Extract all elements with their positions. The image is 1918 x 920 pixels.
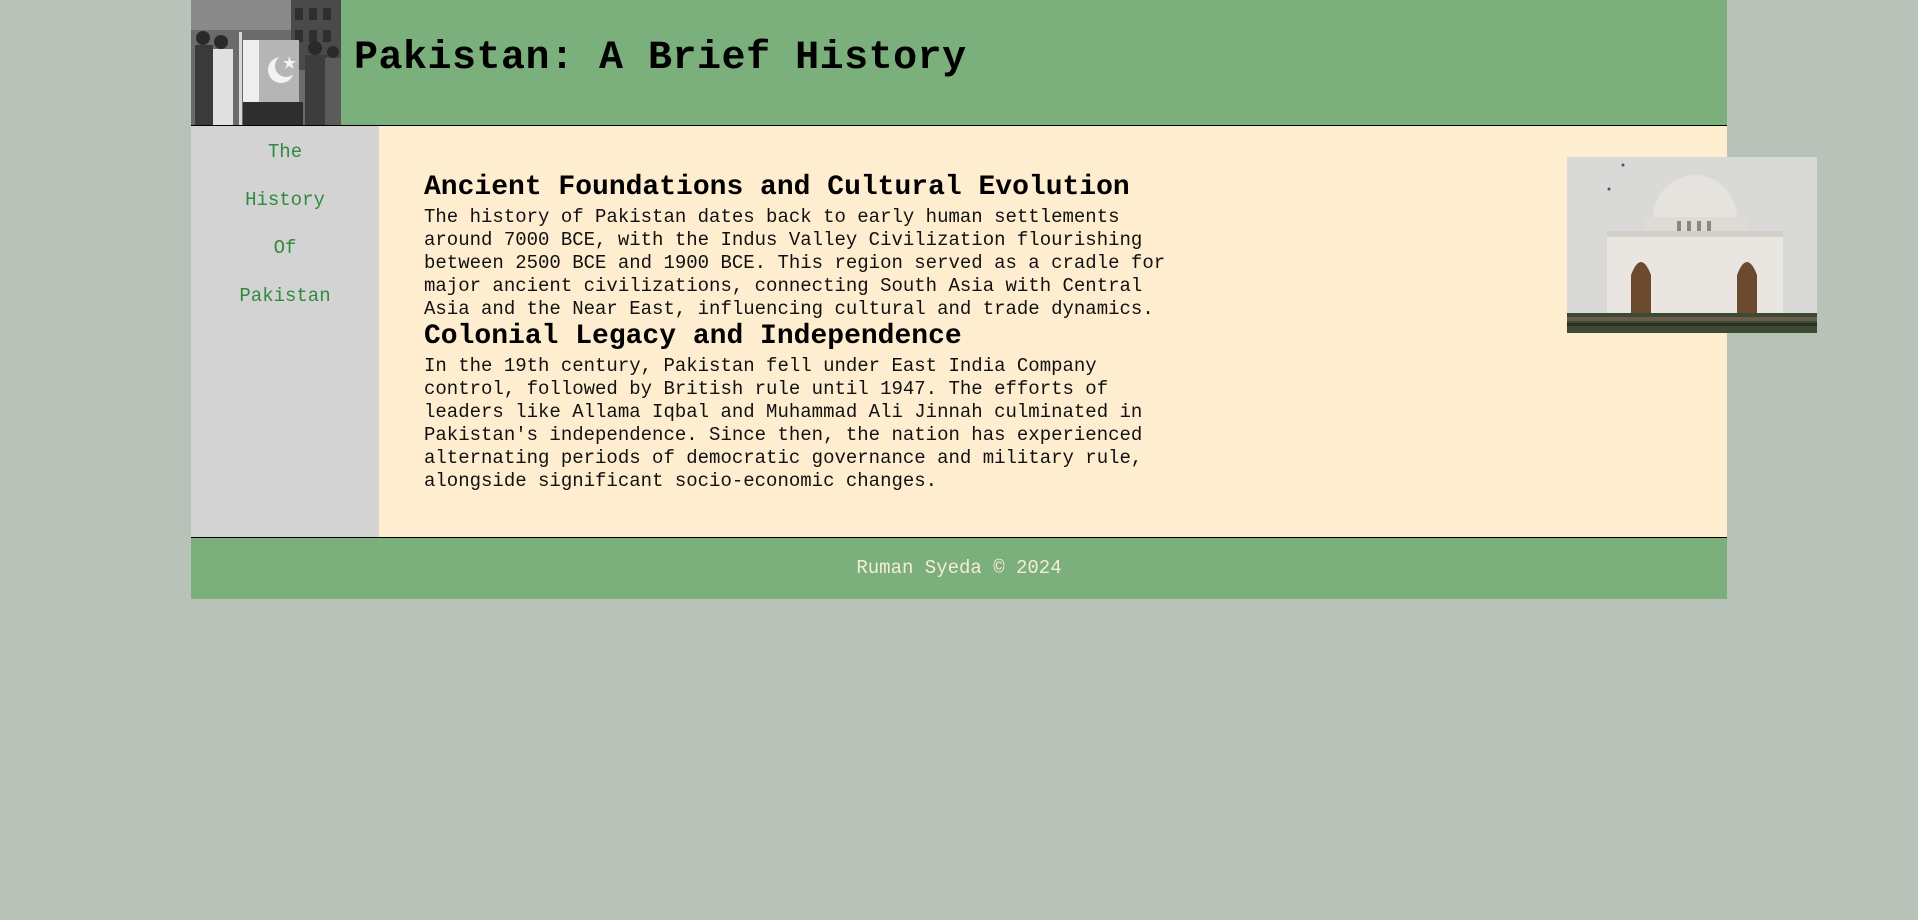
body-line: The history of Pakistan dates back to ea… [424, 206, 1120, 228]
main-area: The History Of Pakistan Ancient Foundati… [191, 126, 1817, 538]
mausoleum-illustration [1567, 157, 1817, 333]
section-body-ancient: The history of Pakistan dates back to ea… [424, 206, 1224, 321]
sidebar-item-the[interactable]: The [191, 141, 379, 163]
sidebar-item-pakistan[interactable]: Pakistan [191, 285, 379, 307]
body-line: alongside significant socio-economic cha… [424, 470, 938, 492]
section-heading-colonial: Colonial Legacy and Independence [424, 321, 962, 352]
body-line: Pakistan's independence. Since then, the… [424, 424, 1143, 446]
main-content: Ancient Foundations and Cultural Evoluti… [379, 126, 1817, 537]
body-line: between 2500 BCE and 1900 BCE. This regi… [424, 252, 1166, 274]
body-line: control, followed by British rule until … [424, 378, 1109, 400]
sidebar-nav: The History Of Pakistan [191, 126, 379, 537]
page-title: Pakistan: A Brief History [354, 36, 967, 81]
sidebar-item-of[interactable]: Of [191, 237, 379, 259]
body-line: leaders like Allama Iqbal and Muhammad A… [424, 401, 1143, 423]
site-footer: Ruman Syeda © 2024 [191, 538, 1727, 599]
footer-copyright: Ruman Syeda © 2024 [856, 557, 1062, 579]
body-line: In the 19th century, Pakistan fell under… [424, 355, 1097, 377]
site-header: Pakistan: A Brief History [191, 0, 1727, 126]
section-body-colonial: In the 19th century, Pakistan fell under… [424, 355, 1224, 493]
page-container: Pakistan: A Brief History The History Of… [191, 0, 1817, 599]
flag-raising-photo [191, 0, 341, 125]
body-line: major ancient civilizations, connecting … [424, 275, 1143, 297]
section-heading-ancient: Ancient Foundations and Cultural Evoluti… [424, 172, 1130, 203]
body-line: alternating periods of democratic govern… [424, 447, 1143, 469]
sidebar-item-history[interactable]: History [191, 189, 379, 211]
flag-raising-illustration [191, 0, 341, 125]
body-line: Asia and the Near East, influencing cult… [424, 298, 1154, 320]
mausoleum-photo [1567, 157, 1817, 333]
body-line: around 7000 BCE, with the Indus Valley C… [424, 229, 1143, 251]
